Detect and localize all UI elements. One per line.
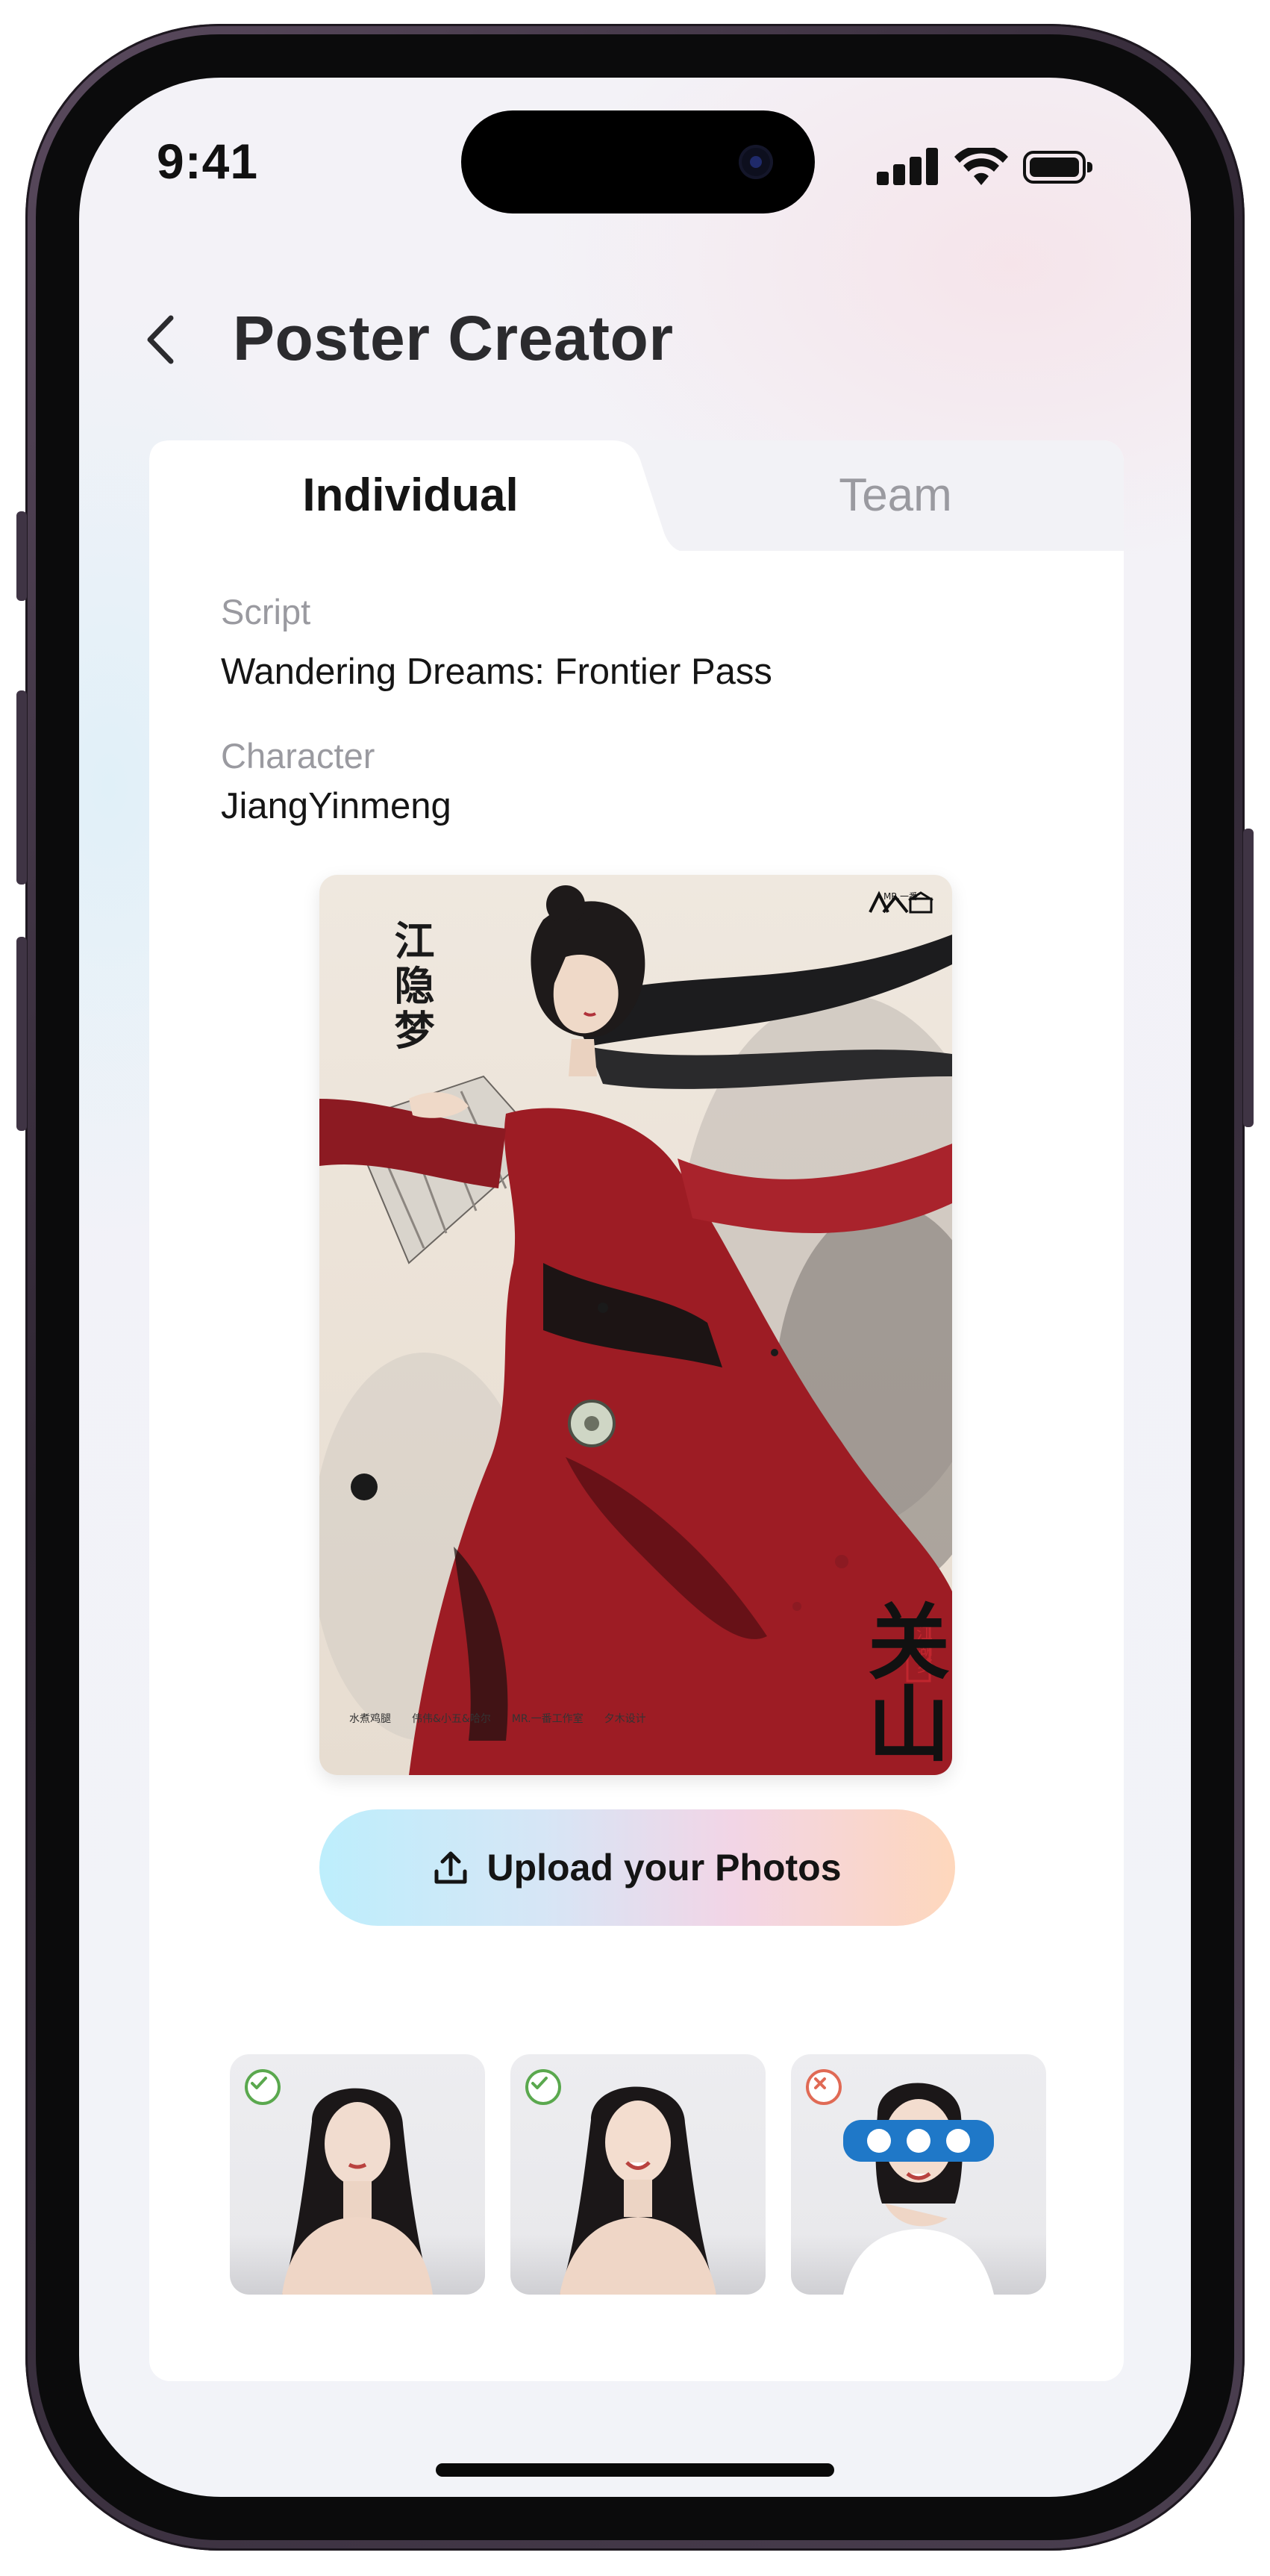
silent-switch — [16, 511, 27, 601]
power-button — [1243, 829, 1254, 1127]
tab-individual[interactable]: Individual — [149, 469, 672, 522]
dynamic-island — [461, 110, 815, 213]
credit-item: 伟伟&小五&哈尔 — [412, 1713, 491, 1725]
poster-card: Individual Team Script Wandering Dreams:… — [149, 440, 1124, 2381]
chevron-left-icon — [147, 315, 174, 364]
credit-item: 夕木设计 — [604, 1713, 646, 1725]
character-value: JiangYinmeng — [221, 786, 451, 826]
status-badge-approved — [245, 2069, 281, 2105]
back-button[interactable] — [138, 310, 183, 369]
poster-calligraphy: 关山 — [854, 1599, 950, 1763]
photo-thumbnail-3[interactable] — [791, 2054, 1046, 2295]
upload-photos-button[interactable]: Upload your Photos — [319, 1809, 955, 1926]
volume-down-button — [16, 937, 27, 1131]
poster-title: 江隐梦 — [387, 920, 435, 1054]
battery-icon — [1023, 151, 1092, 184]
status-icons — [877, 148, 1101, 190]
tab-bar: Individual Team — [149, 440, 1124, 552]
upload-icon — [434, 1851, 466, 1884]
status-badge-rejected — [806, 2069, 842, 2105]
status-time: 9:41 — [157, 134, 259, 189]
script-value: Wandering Dreams: Frontier Pass — [221, 652, 772, 692]
character-poster: 江隐梦 江湖梦 关山 MR.一番 水煮鸡腿 伟伟&小五&哈尔 MR.一番工作室 … — [319, 875, 952, 1775]
character-label: Character — [221, 736, 375, 776]
photo-thumbnail-2[interactable] — [510, 2054, 766, 2295]
credit-item: 水煮鸡腿 — [349, 1713, 391, 1725]
credit-item: MR.一番工作室 — [511, 1713, 584, 1725]
home-indicator[interactable] — [436, 2463, 834, 2477]
studio-logo-mark — [869, 891, 933, 914]
page-title: Poster Creator — [233, 303, 674, 373]
poster-credits: 水煮鸡腿 伟伟&小五&哈尔 MR.一番工作室 夕木设计 — [349, 1711, 646, 1726]
cellular-signal-icon — [877, 148, 939, 185]
studio-logo: MR.一番 — [867, 890, 934, 932]
check-icon — [531, 2077, 548, 2089]
check-icon — [251, 2077, 267, 2089]
status-badge-approved — [525, 2069, 561, 2105]
wifi-icon — [954, 148, 1008, 185]
close-icon — [814, 2077, 826, 2089]
photo-thumbnail-1[interactable] — [230, 2054, 485, 2295]
tab-team[interactable]: Team — [716, 469, 1075, 522]
upload-label: Upload your Photos — [487, 1847, 842, 1889]
volume-up-button — [16, 690, 27, 885]
front-camera — [739, 145, 773, 179]
script-label: Script — [221, 592, 311, 631]
